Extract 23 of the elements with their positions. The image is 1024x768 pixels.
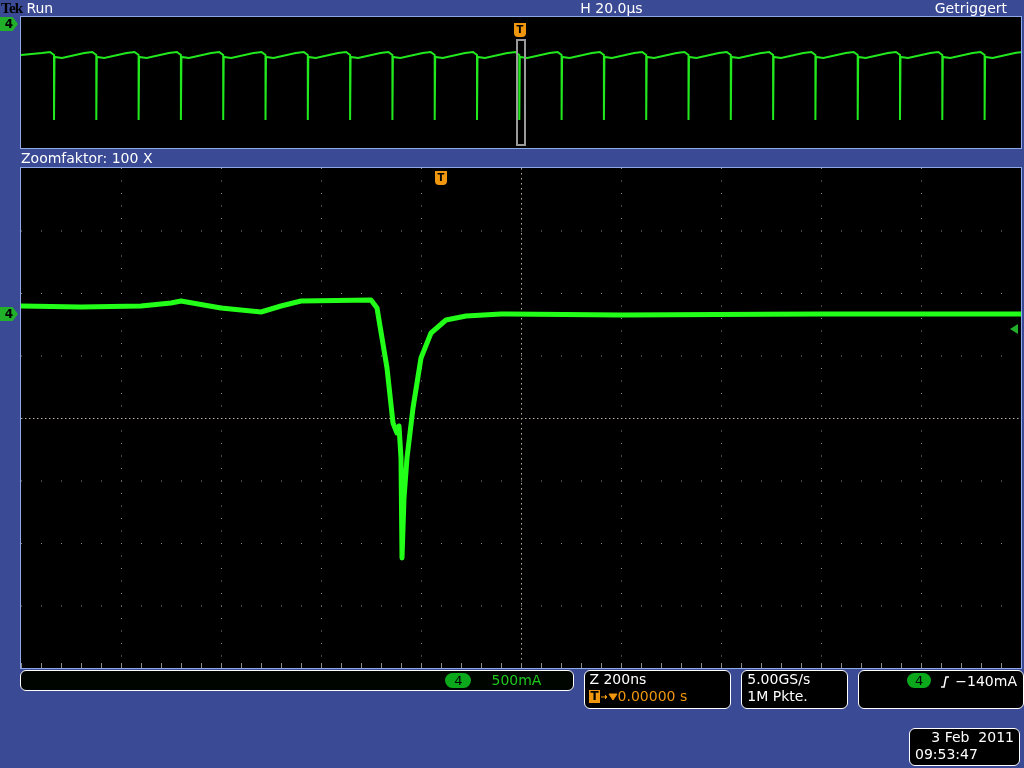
channel-marker: 4 — [0, 307, 18, 321]
trigger-marker: T — [589, 690, 600, 703]
trigger-marker: T — [435, 171, 447, 185]
date: 3 Feb 2011 — [930, 729, 1014, 746]
channel-marker: 4 — [0, 17, 18, 31]
acquisition-status: Run — [26, 1, 54, 15]
time: 09:53:47 — [915, 746, 979, 763]
arrow-icon — [599, 691, 618, 702]
channel-badge: 4 — [907, 673, 932, 688]
channel-badge: 4 — [445, 673, 472, 688]
zoom-factor: Zoomfaktor: 100 X — [21, 150, 154, 167]
trigger-level-icon — [1010, 324, 1020, 334]
zoom-timebase: Z 200ns — [589, 671, 648, 688]
trigger-marker: T — [514, 23, 526, 37]
trigger-level: −140mA — [955, 673, 1017, 690]
sample-rate: 5.00GS/s — [747, 671, 812, 688]
record-length: 1M Pkte. — [747, 688, 809, 705]
horizontal-position: 0.00000 s — [617, 688, 688, 705]
trigger-status: Getriggert — [934, 1, 1007, 15]
brand-logo: Tek — [0, 0, 23, 16]
vertical-scale: 500mA — [491, 671, 542, 690]
rising-edge-icon — [941, 675, 950, 688]
horizontal-scale: H 20.0µs — [580, 1, 643, 15]
